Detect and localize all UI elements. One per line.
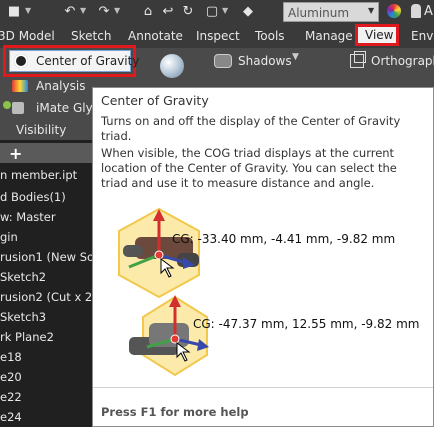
tooltip-title: Center of Gravity	[101, 93, 209, 108]
center-of-gravity-icon	[14, 54, 28, 68]
tab-sketch[interactable]: Sketch	[71, 29, 111, 43]
tab-inspect[interactable]: Inspect	[196, 29, 240, 43]
return-icon[interactable]: ↩	[160, 4, 176, 20]
material-icon[interactable]: ◆	[240, 4, 256, 20]
save-dropdown-icon[interactable]: ▼	[25, 6, 31, 15]
material-dropdown-icon[interactable]: ▼	[368, 6, 374, 15]
tree-item[interactable]: e24	[0, 410, 22, 424]
imate-glyph-icon	[12, 102, 24, 114]
tab-view[interactable]: View	[365, 28, 393, 42]
orthographic-icon[interactable]	[350, 51, 366, 68]
tab-environments[interactable]: Envi	[411, 29, 434, 43]
tree-item[interactable]: w: Master	[0, 210, 56, 224]
tab-manage[interactable]: Manage	[305, 29, 353, 43]
redo-dropdown-icon[interactable]: ▼	[114, 6, 120, 15]
cog-triad-illustration-2	[129, 295, 209, 377]
save-icon[interactable]: ■	[6, 4, 22, 20]
tree-item[interactable]: gin	[0, 230, 18, 244]
tree-item[interactable]: e18	[0, 350, 22, 364]
shadows-button[interactable]: Shadows	[238, 54, 292, 68]
visual-style-icon[interactable]	[160, 54, 184, 78]
cog-readout-2: CG: -47.37 mm, 12.55 mm, -9.82 mm	[193, 317, 420, 331]
panel-title-visibility: Visibility	[16, 123, 67, 137]
tooltip-help-hint: Press F1 for more help	[101, 405, 249, 419]
user-icon[interactable]	[411, 4, 421, 18]
tab-3d-model[interactable]: 3D Model	[0, 29, 55, 43]
appearance-icon[interactable]	[387, 4, 401, 18]
update-icon[interactable]: ↻	[180, 4, 196, 20]
tree-item[interactable]: e20	[0, 370, 22, 384]
select-dropdown-icon[interactable]: ▼	[222, 6, 228, 15]
tree-item[interactable]: e22	[0, 390, 22, 404]
shadows-dropdown-icon[interactable]: ▼	[292, 52, 299, 62]
tooltip: Center of Gravity Turns on and off the d…	[92, 87, 434, 427]
tab-annotate[interactable]: Annotate	[128, 29, 183, 43]
tree-item[interactable]: rk Plane2	[0, 330, 54, 344]
redo-icon[interactable]: ↷	[96, 4, 112, 20]
material-select[interactable]: Aluminum 6061	[283, 2, 379, 40]
undo-icon[interactable]: ↶	[62, 4, 78, 20]
tree-item[interactable]: n member.ipt	[0, 168, 77, 182]
tree-item[interactable]: d Bodies(1)	[0, 190, 66, 204]
center-of-gravity-label: Center of Gravity	[36, 54, 140, 68]
quick-access-toolbar: ■ ▼ ↶ ▼ ↷ ▼ ⌂ ↩ ↻ ▢ ▼ ◆ Aluminum 6061 ▼ …	[0, 0, 434, 40]
tab-tools[interactable]: Tools	[255, 29, 285, 43]
analysis-button[interactable]: Analysis	[36, 79, 85, 93]
home-icon[interactable]: ⌂	[140, 4, 156, 20]
add-icon[interactable]: +	[9, 144, 22, 163]
shadows-icon[interactable]	[214, 54, 232, 68]
tooltip-detail: When visible, the COG triad displays at …	[101, 146, 397, 190]
visibility-toggle-icon	[3, 101, 11, 109]
user-label[interactable]: A	[424, 4, 433, 19]
center-of-gravity-button[interactable]: Center of Gravity	[9, 50, 139, 72]
tree-item[interactable]: Sketch3	[0, 310, 46, 324]
tree-item[interactable]: Sketch2	[0, 270, 46, 284]
tooltip-divider	[93, 387, 433, 388]
analysis-icon	[12, 80, 28, 92]
undo-dropdown-icon[interactable]: ▼	[80, 6, 86, 15]
cog-readout-1: CG: -33.40 mm, -4.41 mm, -9.82 mm	[172, 232, 396, 246]
cog-triad-illustration-1	[118, 207, 200, 299]
orthographic-button[interactable]: Orthograph	[371, 54, 434, 68]
select-icon[interactable]: ▢	[204, 4, 220, 20]
tooltip-description: Turns on and off the display of the Cent…	[101, 114, 401, 143]
